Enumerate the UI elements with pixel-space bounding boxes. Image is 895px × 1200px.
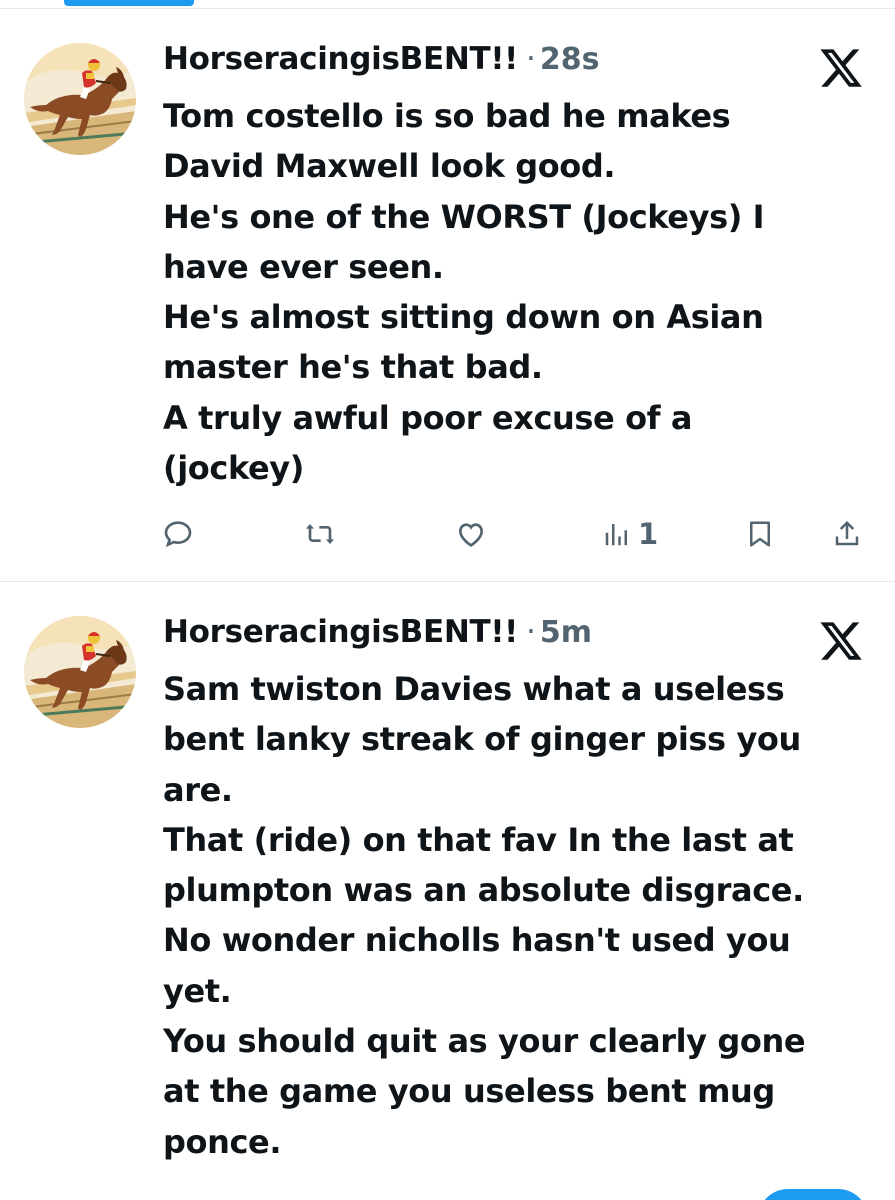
- active-tab-indicator: [64, 0, 194, 6]
- share-button[interactable]: [832, 511, 862, 557]
- like-button[interactable]: [454, 511, 488, 557]
- post-header: HorseracingisBENT!! · 5m: [163, 614, 592, 660]
- views-button[interactable]: [602, 1190, 632, 1200]
- bookmark-button[interactable]: [745, 511, 775, 557]
- post-timestamp[interactable]: 28s: [540, 42, 600, 77]
- post-actions: 1: [0, 511, 895, 561]
- post-body-line: have ever seen.: [163, 247, 444, 286]
- views-icon: [605, 524, 627, 546]
- post-1[interactable]: HorseracingisBENT!! · 28s Tom costello i…: [0, 9, 895, 581]
- reply-button[interactable]: [162, 1190, 194, 1200]
- racehorse-jockey-avatar: [24, 43, 136, 155]
- post-2[interactable]: HorseracingisBENT!! · 5m Sam twiston Dav…: [0, 582, 895, 1200]
- post-body-line: You should quit as your clearly gone: [163, 1022, 806, 1061]
- post-body-line: plumpton was an absolute disgrace.: [163, 871, 804, 910]
- reply-button[interactable]: [162, 511, 194, 557]
- x-logo-icon[interactable]: [818, 45, 864, 91]
- post-body-line: bent lanky streak of ginger piss you: [163, 720, 801, 759]
- post-body-line: He's almost sitting down on Asian: [163, 298, 764, 337]
- timeline: HorseracingisBENT!! · 28s Tom costello i…: [0, 0, 895, 1200]
- post-body-line: A truly awful poor excuse of a: [163, 398, 693, 437]
- post-body-line: Sam twiston Davies what a useless: [163, 670, 785, 708]
- display-name[interactable]: HorseracingisBENT!!: [163, 41, 518, 77]
- separator-dot: ·: [526, 41, 536, 77]
- post-body-line: David Maxwell look good.: [163, 147, 616, 186]
- x-logo-icon[interactable]: [818, 618, 864, 664]
- post-body-line: He's one of the WORST (Jockeys) I: [163, 197, 765, 236]
- post-body-line: master he's that bad.: [163, 348, 543, 387]
- post-body: Tom costello is so bad he makes David Ma…: [163, 91, 863, 493]
- post-body-line: Tom costello is so bad he makes: [163, 97, 731, 135]
- reply-icon: [164, 521, 192, 548]
- post-body-line: are.: [163, 770, 233, 809]
- bookmark-icon: [750, 521, 770, 547]
- share-icon: [835, 520, 859, 546]
- post-body-line: yet.: [163, 971, 232, 1010]
- post-actions: [0, 1186, 895, 1200]
- repost-button[interactable]: [303, 511, 337, 557]
- like-icon: [458, 523, 484, 547]
- post-body-line: ponce.: [163, 1122, 282, 1161]
- racehorse-jockey-avatar: [24, 616, 136, 728]
- views-button[interactable]: 1: [602, 511, 658, 557]
- post-body-line: at the game you useless bent mug: [163, 1072, 775, 1111]
- post-body-line: (jockey): [163, 449, 304, 488]
- repost-button[interactable]: [303, 1190, 337, 1200]
- like-button[interactable]: [454, 1190, 488, 1200]
- display-name[interactable]: HorseracingisBENT!!: [163, 614, 518, 650]
- post-body-line: That (ride) on that fav In the last at: [163, 820, 794, 859]
- post-header: HorseracingisBENT!! · 28s: [163, 41, 600, 87]
- avatar[interactable]: [24, 43, 136, 155]
- views-count: 1: [638, 517, 659, 551]
- separator-dot: ·: [526, 614, 536, 650]
- post-body-line: No wonder nicholls hasn't used you: [163, 921, 791, 960]
- repost-icon: [306, 524, 334, 544]
- post-timestamp[interactable]: 5m: [540, 615, 592, 650]
- post-body: Sam twiston Davies what a useless bent l…: [163, 664, 863, 1167]
- avatar[interactable]: [24, 616, 136, 728]
